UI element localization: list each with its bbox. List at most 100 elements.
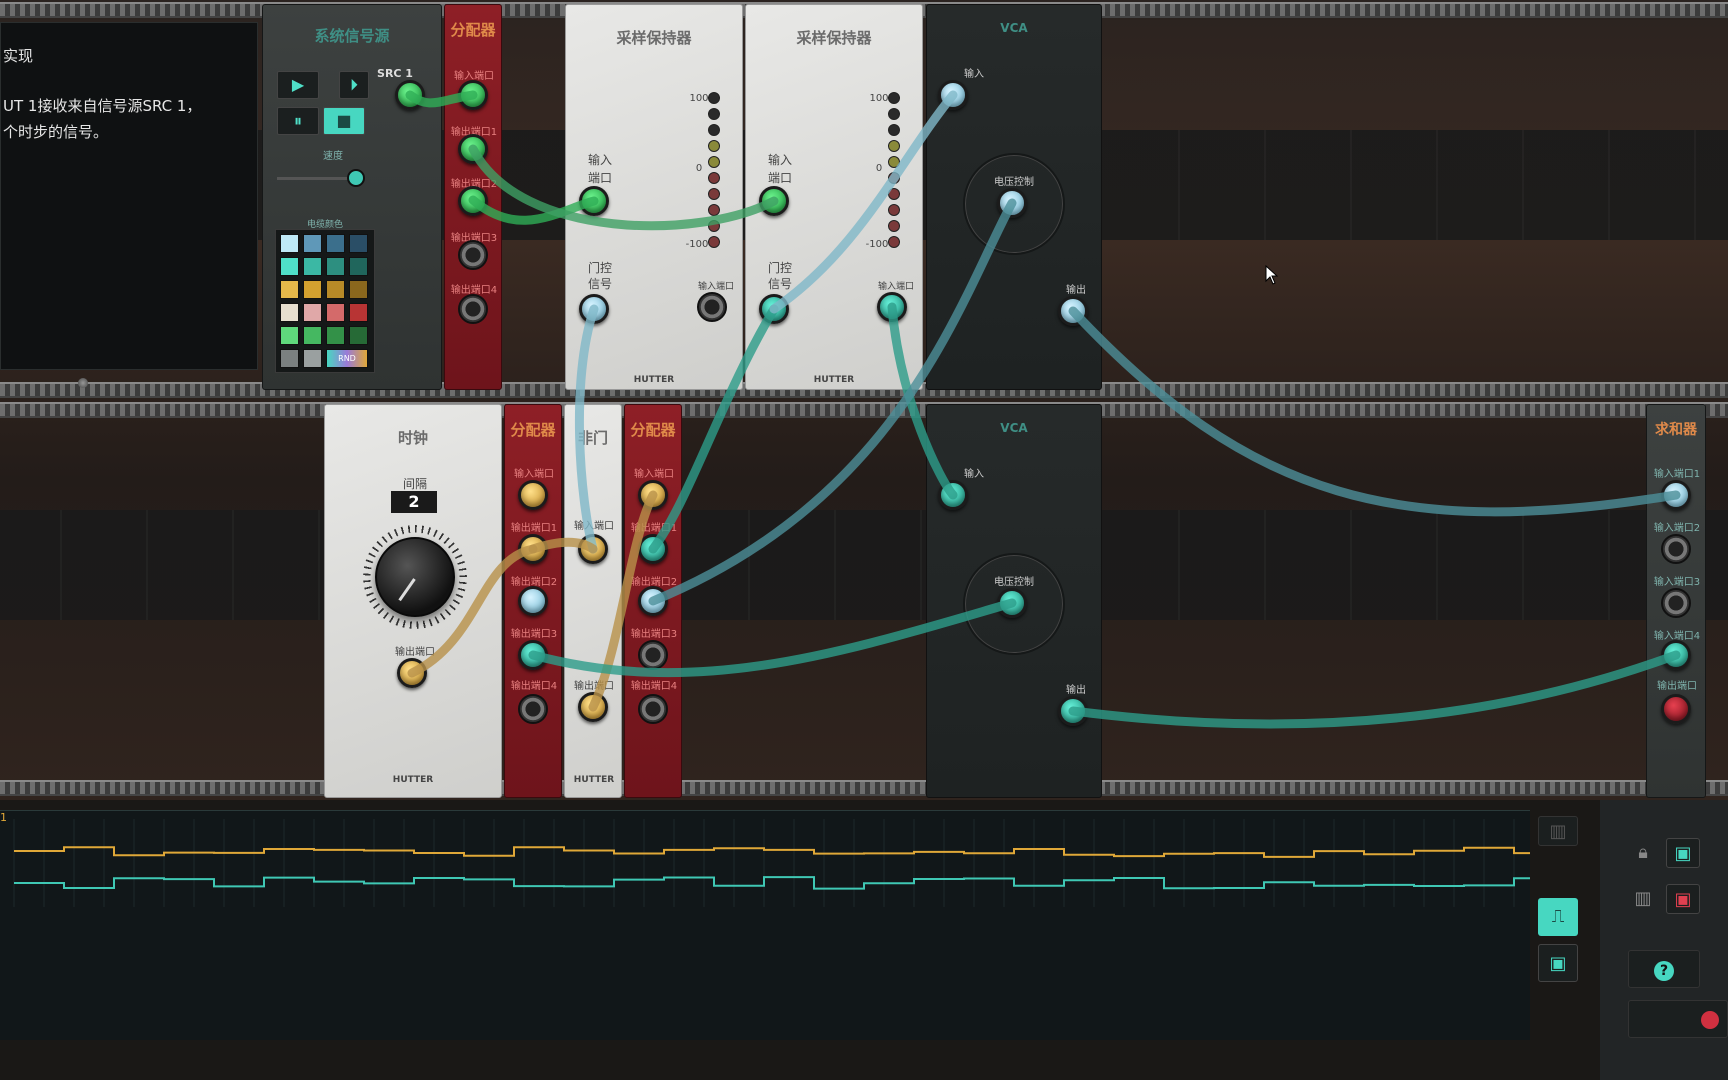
save-icon[interactable]: ▣ — [1666, 838, 1700, 868]
summer-output-jack[interactable] — [1661, 694, 1691, 724]
random-color-button[interactable]: RND — [326, 349, 368, 368]
scope-channel-a-label: 1 — [0, 811, 7, 824]
lock-icon[interactable]: 🔒︎ — [1628, 838, 1658, 868]
level-led — [888, 204, 900, 216]
stop-button[interactable]: ■ — [323, 107, 365, 135]
vca-title: VCA — [1000, 21, 1028, 35]
cable-color-swatch[interactable] — [280, 257, 299, 276]
cable-color-swatch[interactable] — [326, 280, 345, 299]
level-led — [888, 140, 900, 152]
not-gate-module: 非门 输入端口 输出端口 HUTTER — [564, 404, 622, 798]
clock-brand: HUTTER — [392, 775, 434, 785]
splitter-in-label: 输入端口 — [514, 469, 554, 480]
cable-color-swatch[interactable] — [349, 326, 368, 345]
cable-color-swatch[interactable] — [349, 234, 368, 253]
cable-color-swatch[interactable] — [303, 280, 322, 299]
sh1-output-jack[interactable] — [697, 292, 727, 322]
trash-icon[interactable]: ▥ — [1628, 884, 1658, 914]
pause-button[interactable]: ⏸ — [277, 107, 319, 135]
cable-color-swatch[interactable] — [349, 303, 368, 322]
play-button[interactable]: ▶ — [277, 71, 319, 99]
clock-interval-display: 2 — [391, 491, 437, 513]
save-icon[interactable]: ▣ — [1538, 944, 1578, 982]
splitter-top-out3-jack[interactable] — [458, 240, 488, 270]
scope-mode-button[interactable]: ⎍ — [1538, 898, 1578, 936]
cable-color-swatch[interactable] — [303, 257, 322, 276]
vca-bottom-input-jack[interactable] — [938, 480, 968, 510]
vca-bottom-output-jack[interactable] — [1058, 696, 1088, 726]
clock-interval-knob[interactable] — [375, 537, 455, 617]
speed-slider-handle[interactable] — [347, 169, 365, 187]
delete-module-icon[interactable]: ▣ — [1666, 884, 1700, 914]
sh-in-label-1: 输入 — [767, 153, 792, 167]
sh1-gate-jack[interactable] — [579, 294, 609, 324]
summer-in1-label: 输入端口1 — [1653, 469, 1701, 480]
summer-in1-jack[interactable] — [1661, 480, 1691, 510]
lock-icon — [78, 378, 88, 388]
splitter-b2-input-jack[interactable] — [638, 480, 668, 510]
splitter-b1-out1-jack[interactable] — [518, 534, 548, 564]
cable-color-swatch[interactable] — [303, 303, 322, 322]
sh2-gate-jack[interactable] — [759, 294, 789, 324]
cable-color-swatch[interactable] — [303, 234, 322, 253]
tutorial-line-1: 实现 — [3, 47, 34, 65]
cable-color-swatch[interactable] — [326, 257, 345, 276]
cable-color-swatch[interactable] — [349, 257, 368, 276]
splitter-top-out4-jack[interactable] — [458, 294, 488, 324]
splitter-b1-out4-jack[interactable] — [518, 694, 548, 724]
cable-color-swatch[interactable] — [326, 326, 345, 345]
sh1-input-jack[interactable] — [579, 186, 609, 216]
splitter-out4-label: 输出端口4 — [630, 681, 678, 692]
system-source-module: 系统信号源 ▶ ⏵ ⏸ ■ 速度 电缆颜色 RND SRC 1 — [262, 4, 442, 390]
cable-color-swatch[interactable] — [326, 234, 345, 253]
help-icon: ? — [1654, 961, 1674, 981]
level-led — [888, 188, 900, 200]
vca-top-input-jack[interactable] — [938, 80, 968, 110]
summer-in2-jack[interactable] — [1661, 534, 1691, 564]
cable-color-swatch[interactable] — [280, 280, 299, 299]
sh-in-label-2: 端口 — [587, 171, 612, 185]
vca-top-cv-jack[interactable] — [997, 188, 1027, 218]
vca-top-output-jack[interactable] — [1058, 296, 1088, 326]
speed-label: 速度 — [323, 151, 343, 162]
cable-color-swatch[interactable] — [303, 349, 322, 368]
cable-color-swatch[interactable] — [280, 234, 299, 253]
sh2-input-jack[interactable] — [759, 186, 789, 216]
vca-out-label: 输出 — [1066, 285, 1086, 296]
not-gate-output-jack[interactable] — [578, 692, 608, 722]
splitter-b2-out2-jack[interactable] — [638, 586, 668, 616]
sh-gate-label-2: 信号 — [767, 277, 792, 291]
summer-in3-jack[interactable] — [1661, 588, 1691, 618]
not-gate-in-label: 输入端口 — [574, 521, 614, 532]
splitter-b2-out3-jack[interactable] — [638, 640, 668, 670]
cable-color-swatch[interactable] — [349, 280, 368, 299]
record-button[interactable] — [1628, 1000, 1728, 1038]
cable-color-swatch[interactable] — [280, 349, 299, 368]
splitter-b2-out4-jack[interactable] — [638, 694, 668, 724]
help-button[interactable]: ? — [1628, 950, 1700, 988]
splitter-top-out1-jack[interactable] — [458, 134, 488, 164]
not-gate-out-label: 输出端口 — [574, 681, 614, 692]
sh2-output-jack[interactable] — [877, 292, 907, 322]
vca-bottom-cv-jack[interactable] — [997, 588, 1027, 618]
step-button[interactable]: ⏵ — [339, 71, 369, 99]
cable-color-swatch[interactable] — [326, 303, 345, 322]
cable-color-swatch[interactable] — [303, 326, 322, 345]
summer-in2-label: 输入端口2 — [1653, 523, 1701, 534]
splitter-out4-label: 输出端口4 — [510, 681, 558, 692]
splitter-top-input-jack[interactable] — [458, 80, 488, 110]
splitter-b1-out2-jack[interactable] — [518, 586, 548, 616]
summer-in4-jack[interactable] — [1661, 640, 1691, 670]
splitter-b1-out3-jack[interactable] — [518, 640, 548, 670]
splitter-b1-input-jack[interactable] — [518, 480, 548, 510]
cable-color-swatch[interactable] — [280, 326, 299, 345]
clock-output-jack[interactable] — [397, 658, 427, 688]
cable-color-swatch[interactable] — [280, 303, 299, 322]
src1-output-jack[interactable] — [395, 80, 425, 110]
splitter-b2-out1-jack[interactable] — [638, 534, 668, 564]
splitter-top-out2-jack[interactable] — [458, 186, 488, 216]
scope-trash-icon[interactable]: ▥ — [1538, 816, 1578, 846]
src-label: SRC 1 — [377, 67, 413, 80]
not-gate-input-jack[interactable] — [578, 534, 608, 564]
level-led — [708, 188, 720, 200]
